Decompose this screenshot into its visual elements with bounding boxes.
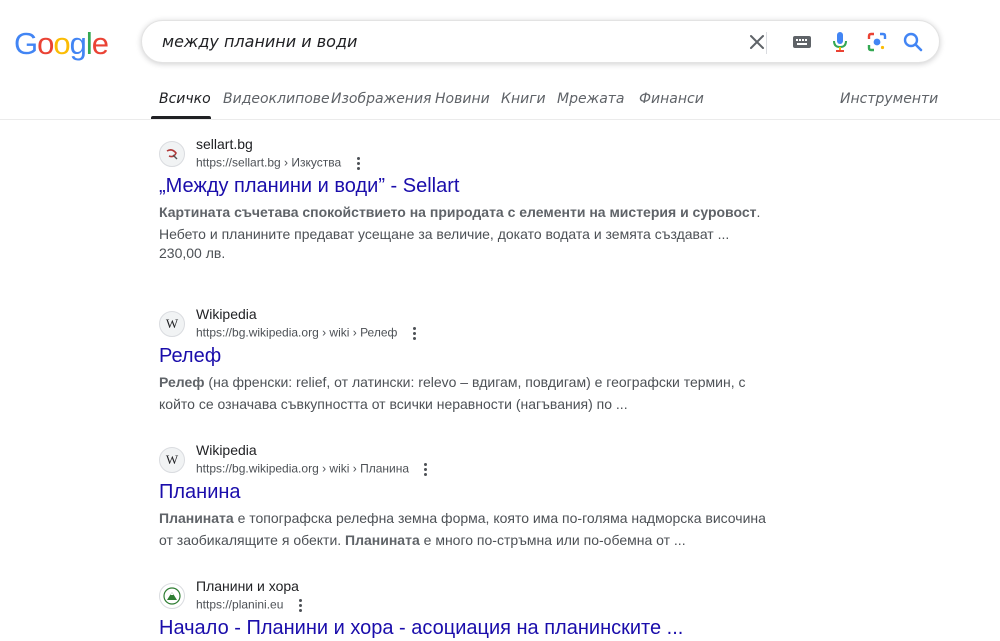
search-icon[interactable]: [902, 31, 924, 53]
result-title-link[interactable]: „Между планини и води” - Sellart: [159, 175, 459, 198]
planini-favicon-icon: [159, 583, 185, 609]
more-options-icon[interactable]: [424, 461, 428, 478]
result-url: https://bg.wikipedia.org › wiki › Планин…: [196, 461, 428, 478]
divider: [766, 32, 767, 54]
tab-videos[interactable]: Видеоклипове: [223, 91, 330, 107]
google-logo[interactable]: Google: [14, 26, 109, 62]
result-site-name: sellart.bg: [196, 136, 253, 152]
tab-books[interactable]: Книги: [501, 91, 546, 107]
result-title-link[interactable]: Начало - Планини и хора - асоциация на п…: [159, 617, 683, 640]
tab-finance[interactable]: Финанси: [639, 91, 704, 107]
result-url: https://planini.eu: [196, 597, 302, 614]
header: Google между планини и води Всичко Видео…: [0, 0, 1000, 120]
search-tabs: Всичко Видеоклипове Изображения Новини К…: [0, 86, 1000, 120]
clear-icon[interactable]: [746, 31, 768, 53]
wikipedia-favicon-icon: W: [159, 447, 185, 473]
result-url: https://bg.wikipedia.org › wiki › Релеф: [196, 325, 416, 342]
sellart-favicon-icon: [159, 141, 185, 167]
more-options-icon[interactable]: [412, 325, 416, 342]
wikipedia-favicon-icon: W: [159, 311, 185, 337]
result-snippet: Релеф (на френски: relief, от латински: …: [159, 374, 746, 412]
active-tab-indicator: [151, 116, 211, 119]
more-options-icon[interactable]: [356, 155, 360, 172]
tab-all[interactable]: Всичко: [159, 91, 211, 107]
result-title-link[interactable]: Планина: [159, 481, 241, 504]
result-title-link[interactable]: Релеф: [159, 345, 221, 368]
result-snippet: Картината съчетава спокойствието на прир…: [159, 204, 761, 242]
search-input[interactable]: между планини и води: [162, 32, 357, 51]
result-site-name: Wikipedia: [196, 442, 257, 458]
result-url: https://sellart.bg › Изкуства: [196, 155, 360, 172]
result-price: 230,00 лв.: [159, 245, 226, 261]
result-site-name: Планини и хора: [196, 578, 299, 594]
google-lens-icon[interactable]: [866, 31, 888, 53]
tab-images[interactable]: Изображения: [331, 91, 431, 107]
keyboard-icon[interactable]: [791, 31, 813, 53]
tools-button[interactable]: Инструменти: [840, 91, 938, 107]
tab-news[interactable]: Новини: [435, 91, 490, 107]
result-snippet: Планината е топографска релефна земна фо…: [159, 510, 766, 548]
microphone-icon[interactable]: [829, 31, 851, 53]
more-options-icon[interactable]: [298, 597, 302, 614]
result-site-name: Wikipedia: [196, 306, 257, 322]
search-box[interactable]: между планини и води: [141, 20, 940, 63]
tab-web[interactable]: Мрежата: [557, 91, 625, 107]
